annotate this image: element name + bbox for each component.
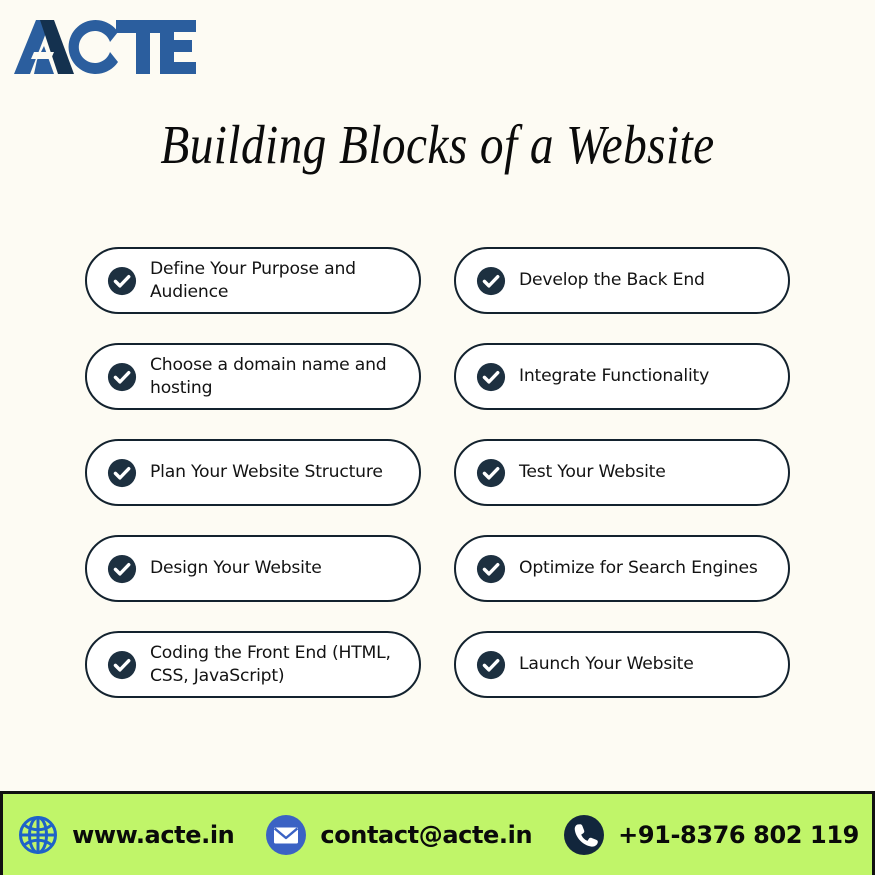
check-circle-icon [107, 266, 137, 295]
checklist-item[interactable]: Plan Your Website Structure [85, 439, 421, 506]
mail-icon [266, 814, 307, 855]
checklist-item-label: Test Your Website [519, 462, 666, 483]
check-circle-icon [107, 554, 137, 583]
checklist-item-label: Design Your Website [150, 558, 322, 579]
checklist-grid: Define Your Purpose and Audience Develop… [85, 247, 790, 698]
check-circle-icon [476, 458, 506, 487]
check-circle-icon [107, 458, 137, 487]
checklist-item-label: Plan Your Website Structure [150, 462, 383, 483]
check-circle-icon [476, 650, 506, 679]
phone-icon [564, 814, 605, 855]
check-circle-icon [107, 362, 137, 391]
checklist-item[interactable]: Design Your Website [85, 535, 421, 602]
checklist-item[interactable]: Develop the Back End [454, 247, 790, 314]
checklist-item[interactable]: Test Your Website [454, 439, 790, 506]
checklist-item-label: Choose a domain name and hosting [150, 355, 387, 398]
checklist-item-label: Coding the Front End (HTML, CSS, JavaScr… [150, 643, 391, 686]
checklist-item-label: Define Your Purpose and Audience [150, 259, 356, 302]
checklist-item[interactable]: Optimize for Search Engines [454, 535, 790, 602]
page-title: Building Blocks of a Website [160, 114, 715, 175]
checklist-item-label: Optimize for Search Engines [519, 558, 758, 579]
email-label: contact@acte.in [320, 820, 533, 849]
check-circle-icon [107, 650, 137, 679]
phone-label: +91-8376 802 119 [618, 820, 859, 849]
checklist-item[interactable]: Choose a domain name and hosting [85, 343, 421, 410]
check-circle-icon [476, 266, 506, 295]
globe-icon [19, 815, 58, 854]
check-circle-icon [476, 362, 506, 391]
checklist-item-label: Develop the Back End [519, 270, 705, 291]
acte-logo-mark [14, 20, 196, 74]
checklist-item-label: Integrate Functionality [519, 366, 710, 387]
checklist-item[interactable]: Integrate Functionality [454, 343, 790, 410]
contact-phone[interactable]: +91-8376 802 119 [562, 813, 859, 857]
contact-footer: www.acte.in contact@acte.in +91-8376 802… [0, 791, 875, 875]
website-label: www.acte.in [72, 820, 235, 849]
checklist-item[interactable]: Launch Your Website [454, 631, 790, 698]
acte-logo [10, 12, 200, 80]
contact-website[interactable]: www.acte.in [16, 813, 235, 857]
checklist-item-label: Launch Your Website [519, 654, 694, 675]
check-circle-icon [476, 554, 506, 583]
contact-email[interactable]: contact@acte.in [264, 813, 533, 857]
checklist-item[interactable]: Define Your Purpose and Audience [85, 247, 421, 314]
checklist-item[interactable]: Coding the Front End (HTML, CSS, JavaScr… [85, 631, 421, 698]
